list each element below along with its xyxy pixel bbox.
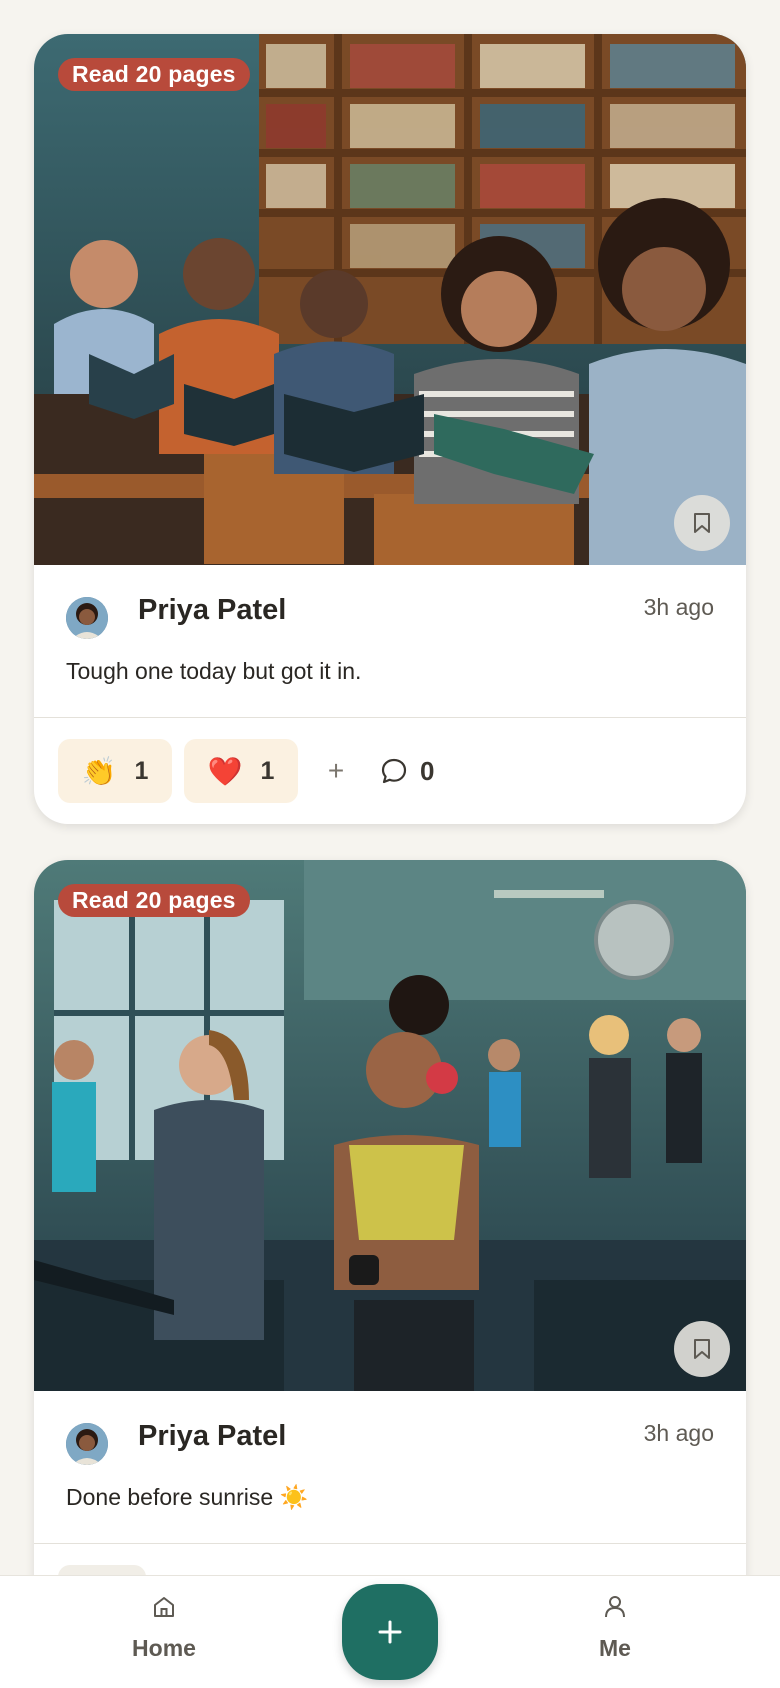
activity-feed: Read 20 pages Priya Patel 3h ago Tough o… (34, 34, 746, 1686)
nav-me-label: Me (599, 1635, 631, 1661)
home-icon (154, 1597, 174, 1617)
avatar[interactable] (66, 1423, 108, 1465)
nav-me[interactable]: Me (555, 1594, 675, 1662)
avatar[interactable] (66, 597, 108, 639)
post-photo[interactable]: Read 20 pages (34, 860, 746, 1391)
post-caption: Done before sunrise ☀️ (66, 1484, 309, 1510)
post-card[interactable]: Read 20 pages Priya Patel 3h ago Done be… (34, 860, 746, 1650)
post-meta: Priya Patel 3h ago Done before sunrise ☀… (34, 1391, 746, 1543)
challenge-badge: Read 20 pages (58, 884, 250, 917)
bookmark-icon (694, 1339, 710, 1359)
avatar-image (66, 597, 108, 639)
challenge-badge: Read 20 pages (58, 58, 250, 91)
heart-icon: ❤️ (207, 754, 243, 788)
reaction-count: 1 (134, 756, 149, 785)
person-icon (605, 1596, 625, 1618)
post-caption: Tough one today but got it in. (66, 658, 362, 684)
plus-icon (378, 1620, 402, 1644)
add-post-button[interactable] (342, 1584, 438, 1680)
reaction-heart-button[interactable]: ❤️ 1 (184, 739, 298, 803)
nav-home-label: Home (132, 1635, 196, 1661)
comment-icon (381, 758, 407, 784)
post-card[interactable]: Read 20 pages Priya Patel 3h ago Tough o… (34, 34, 746, 824)
comment-count: 0 (420, 755, 435, 786)
author-name[interactable]: Priya Patel (138, 1420, 286, 1453)
post-time: 3h ago (643, 1420, 714, 1446)
post-time: 3h ago (643, 594, 714, 620)
post-meta: Priya Patel 3h ago Tough one today but g… (34, 565, 746, 717)
nav-home[interactable]: Home (104, 1594, 224, 1662)
gym-runners-image (34, 860, 746, 1391)
reaction-count: 1 (260, 756, 275, 785)
author-name[interactable]: Priya Patel (138, 594, 286, 627)
bookmark-icon (694, 513, 710, 533)
post-photo[interactable]: Read 20 pages (34, 34, 746, 565)
add-reaction-button[interactable]: + (310, 755, 362, 787)
comment-button[interactable]: 0 (380, 756, 434, 787)
avatar-image (66, 1423, 108, 1465)
library-readers-image (34, 34, 746, 565)
reaction-clap-button[interactable]: 👏 1 (58, 739, 172, 803)
clap-icon: 👏 (81, 754, 117, 788)
post-actions: 👏 1 ❤️ 1 + 0 (34, 718, 746, 824)
bookmark-button[interactable] (674, 495, 730, 551)
bookmark-button[interactable] (674, 1321, 730, 1377)
